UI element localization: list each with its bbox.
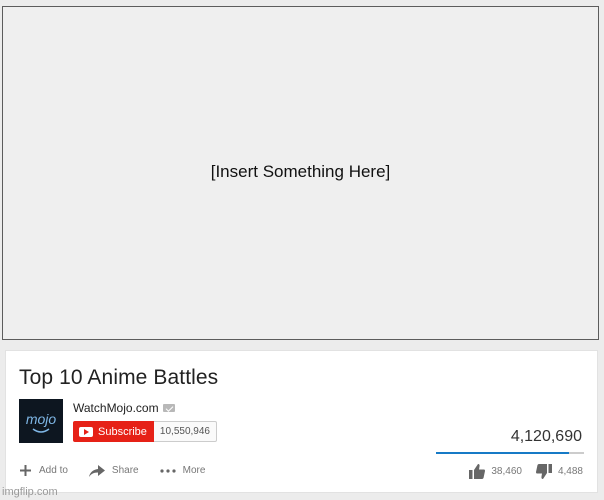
plus-icon [19, 464, 32, 477]
like-dislike-bar [436, 452, 584, 454]
share-arrow-icon [88, 464, 105, 477]
youtube-play-icon [79, 426, 93, 437]
imgflip-watermark: imgflip.com [2, 486, 58, 498]
share-button[interactable]: Share [88, 464, 139, 477]
channel-name[interactable]: WatchMojo.com [73, 401, 159, 415]
subscribe-button[interactable]: Subscribe [73, 421, 154, 442]
share-label: Share [111, 465, 139, 476]
channel-avatar[interactable]: mojo [19, 399, 63, 443]
more-label: More [182, 465, 206, 476]
like-button[interactable]: 38,460 [469, 464, 522, 479]
add-to-label: Add to [39, 465, 68, 476]
dislike-count: 4,488 [557, 466, 583, 477]
actions-row: Add to Share More [19, 464, 226, 477]
more-dots-icon [160, 468, 176, 473]
subscribe-label: Subscribe [98, 425, 147, 438]
thumbs-down-icon [535, 464, 552, 479]
dislike-button[interactable]: 4,488 [535, 464, 583, 479]
view-count: 4,120,690 [510, 428, 582, 445]
video-placeholder-text: [Insert Something Here] [210, 162, 391, 181]
mojo-logo-icon: mojo [19, 399, 63, 443]
add-to-button[interactable]: Add to [19, 464, 68, 477]
avatar-logo-text: mojo [26, 411, 57, 427]
rating-row: 38,460 4,488 [469, 464, 583, 479]
video-title: Top 10 Anime Battles [19, 366, 219, 389]
subscriber-count: 10,550,946 [153, 421, 217, 442]
verified-icon [162, 404, 175, 412]
video-info-panel: Top 10 Anime Battles mojo WatchMojo.com … [5, 350, 598, 493]
subscribe-group: Subscribe 10,550,946 [73, 421, 217, 442]
like-bar-fill [436, 452, 570, 454]
channel-name-row: WatchMojo.com [73, 401, 175, 415]
like-count: 38,460 [491, 466, 522, 477]
video-player[interactable]: [Insert Something Here] [2, 6, 599, 340]
more-button[interactable]: More [160, 465, 206, 476]
thumbs-up-icon [469, 464, 486, 479]
